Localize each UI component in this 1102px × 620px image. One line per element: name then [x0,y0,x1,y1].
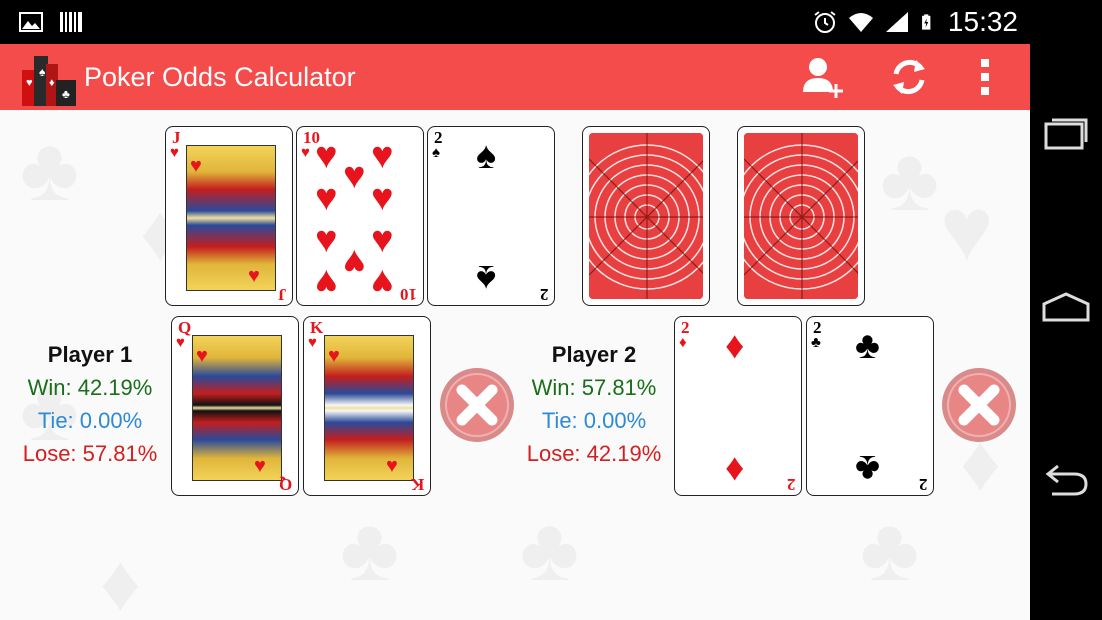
card-suit: ♠ [432,144,440,161]
svg-text:♣: ♣ [860,500,919,600]
back-button[interactable] [1040,456,1092,508]
add-player-icon [803,58,843,98]
player-2-win: Win: 57.81% [531,375,657,400]
card-suit: ♥ [301,144,310,161]
suit-pip: ♥ [343,241,366,283]
card-rank-bottom: 10 [400,285,417,304]
recent-apps-button[interactable] [1040,110,1092,162]
refresh-button[interactable] [884,52,934,102]
card-rank-bottom: 2 [539,285,549,304]
svg-text:♠: ♠ [39,65,46,79]
face-suit-pip: ♥ [248,265,260,287]
alarm-icon [814,11,836,33]
card-rank-bottom: Q [278,475,292,494]
suit-pip: ♥ [371,135,394,177]
svg-text:♦: ♦ [100,538,141,620]
remove-player-2-button[interactable] [940,366,1018,444]
app-logo-icon: ♥ ♠ ♦ ♣ [22,56,76,106]
svg-text:♣: ♣ [880,130,939,230]
player-2-stats: Player 2 Win: 57.81% Tie: 0.00% Lose: 42… [516,338,672,470]
player-1-card-queen-hearts[interactable]: Q ♥ ♥ ♥ Q [171,316,299,496]
board-card-slot-empty[interactable] [582,126,710,306]
clock-time: 15:32 [947,6,1018,37]
player-2-lose: Lose: 42.19% [526,441,662,466]
card-suit: ♥ [308,334,317,351]
suit-pip: ♥ [315,135,338,177]
suit-pip: ♥ [315,219,338,261]
suit-pip: ♥ [343,155,366,197]
image-notification-icon [19,12,43,32]
player-2-card-two-diamonds[interactable]: 2 ♦ ♦ ♦ 2 [674,316,802,496]
player-2-name: Player 2 [551,342,637,367]
svg-text:♣: ♣ [20,120,79,220]
player-1-stats: Player 1 Win: 42.19% Tie: 0.00% Lose: 57… [12,338,168,470]
player-1-win: Win: 42.19% [27,375,153,400]
svg-text:♥: ♥ [26,77,33,89]
player-1-name: Player 1 [47,342,133,367]
suit-pip: ♣ [855,325,880,367]
card-suit: ♣ [811,334,821,351]
suit-pip: ♥ [371,177,394,219]
more-vertical-icon [981,59,989,95]
home-button[interactable] [1040,282,1092,334]
card-back-pattern [589,133,703,299]
board-card-two-spades[interactable]: 2 ♠ ♠ ♠ 2 [427,126,555,306]
wifi-icon [848,13,873,32]
board-card-ten-hearts[interactable]: 10 ♥ ♥ ♥ ♥ ♥ ♥ ♥ ♥ ♥ ♥ ♥ 10 [296,126,424,306]
card-suit: ♦ [679,334,687,351]
face-suit-pip: ♥ [254,455,266,477]
suit-pip: ♠ [476,257,497,299]
face-suit-pip: ♥ [386,455,398,477]
board-card-jack-hearts[interactable]: J ♥ ♥ ♥ J [165,126,293,306]
signal-icon [885,12,908,32]
player-2-card-two-clubs[interactable]: 2 ♣ ♣ ♣ 2 [806,316,934,496]
suit-pip: ♠ [476,135,497,177]
face-suit-pip: ♥ [190,155,202,177]
face-suit-pip: ♥ [196,345,208,367]
board-card-slot-empty[interactable] [737,126,865,306]
card-rank-bottom: 2 [918,475,928,494]
system-navigation-bar [1030,0,1102,620]
card-rank-bottom: 2 [786,475,796,494]
content-area: ♣ ♦ ♣ ♥ ♣ ♥ ♣ ♣ ♥ ♣ ♦ ♦ ♥ J ♥ ♥ ♥ J 10 ♥… [0,110,1030,620]
refresh-icon [893,59,925,95]
card-suit: ♥ [176,334,185,351]
suit-pip: ♦ [725,325,745,367]
card-back-icon [744,133,858,299]
card-rank-bottom: J [277,285,287,304]
svg-text:♣: ♣ [520,500,579,600]
suit-pip: ♥ [371,261,394,303]
suit-pip: ♥ [315,261,338,303]
battery-icon [921,14,931,30]
status-bar: 15:32 [0,0,1030,44]
card-rank-bottom: K [410,475,424,494]
player-1-tie: Tie: 0.00% [37,408,143,433]
card-back-icon [589,133,703,299]
app-title: Poker Odds Calculator [84,62,356,92]
card-suit: ♥ [170,144,179,161]
svg-text:♥: ♥ [940,180,993,280]
suit-pip: ♦ [725,447,745,489]
overflow-menu-button[interactable] [970,52,1000,102]
add-player-button[interactable] [798,52,848,102]
suit-pip: ♣ [855,447,880,489]
face-suit-pip: ♥ [328,345,340,367]
player-1-lose: Lose: 57.81% [22,441,158,466]
suit-pip: ♥ [371,219,394,261]
app-bar: ♥ ♠ ♦ ♣ Poker Odds Calculator [0,44,1030,110]
barcode-notification-icon [60,12,82,32]
player-2-tie: Tie: 0.00% [541,408,647,433]
svg-text:♦: ♦ [49,77,55,89]
svg-text:♣: ♣ [62,87,70,101]
svg-text:♣: ♣ [340,500,399,600]
card-back-pattern [744,133,858,299]
remove-player-1-button[interactable] [438,366,516,444]
suit-pip: ♥ [315,177,338,219]
player-1-card-king-hearts[interactable]: K ♥ ♥ ♥ K [303,316,431,496]
